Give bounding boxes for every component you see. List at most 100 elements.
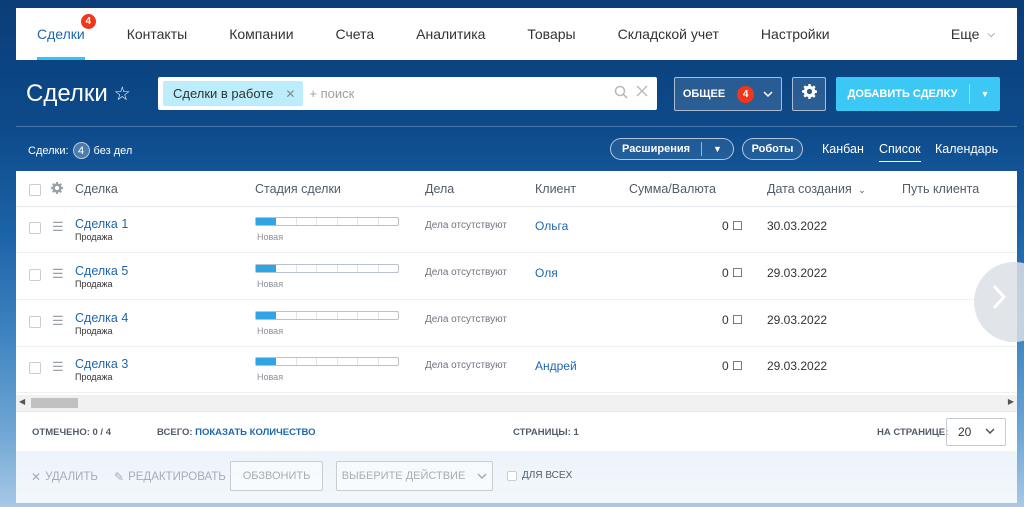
stage-segment[interactable] xyxy=(276,312,297,319)
close-icon[interactable]: ✕ xyxy=(285,87,295,101)
drag-handle-icon[interactable]: ☰ xyxy=(52,359,64,375)
deal-name-link[interactable]: Сделка 4 xyxy=(75,311,128,325)
delete-button[interactable]: ✕ УДАЛИТЬ xyxy=(31,470,98,484)
stage-segment[interactable] xyxy=(317,358,338,365)
deal-name-link[interactable]: Сделка 1 xyxy=(75,217,128,231)
stage-progress[interactable] xyxy=(255,264,399,273)
column-header-sum[interactable]: Сумма/Валюта xyxy=(629,182,716,196)
column-header-activities[interactable]: Дела xyxy=(425,182,454,196)
table-row[interactable]: ☰ Сделка 3 Продажа Новая Дела отсутствуют Анд… xyxy=(16,347,1017,393)
deal-name-link[interactable]: Сделка 3 xyxy=(75,357,128,371)
star-icon[interactable]: ☆ xyxy=(114,83,131,106)
nav-item-companies[interactable]: Компании xyxy=(229,8,293,60)
stage-segment[interactable] xyxy=(256,265,277,272)
nav-item-settings[interactable]: Настройки xyxy=(761,8,830,60)
select-all-checkbox[interactable] xyxy=(29,184,41,196)
column-header-stage[interactable]: Стадия сделки xyxy=(255,182,341,196)
row-checkbox[interactable] xyxy=(29,316,41,328)
client-link[interactable]: Оля xyxy=(535,266,558,280)
stage-segment[interactable] xyxy=(358,265,379,272)
stage-segment[interactable] xyxy=(379,312,398,319)
search-input[interactable] xyxy=(309,86,610,101)
stage-segment[interactable] xyxy=(276,358,297,365)
scrollbar-thumb[interactable] xyxy=(31,398,78,408)
stage-segment[interactable] xyxy=(256,312,277,319)
general-button[interactable]: ОБЩЕЕ 4 xyxy=(674,77,782,111)
stage-segment[interactable] xyxy=(358,218,379,225)
filter-chip[interactable]: Сделки в работе ✕ xyxy=(163,81,304,106)
robots-button[interactable]: Роботы xyxy=(742,138,803,160)
edit-button[interactable]: ✎ РЕДАКТИРОВАТЬ xyxy=(114,470,226,484)
drag-handle-icon[interactable]: ☰ xyxy=(52,266,64,282)
stage-segment[interactable] xyxy=(297,265,318,272)
search-icon[interactable] xyxy=(614,85,628,103)
stage-progress[interactable] xyxy=(255,357,399,366)
for-all-checkbox[interactable] xyxy=(507,470,517,481)
stage-segment[interactable] xyxy=(338,265,359,272)
drag-handle-icon[interactable]: ☰ xyxy=(52,313,64,329)
stage-segment[interactable] xyxy=(338,218,359,225)
row-checkbox[interactable] xyxy=(29,269,41,281)
tab-calendar[interactable]: Календарь xyxy=(935,142,998,156)
drag-handle-icon[interactable]: ☰ xyxy=(52,219,64,235)
add-deal-button[interactable]: ДОБАВИТЬ СДЕЛКУ ▼ xyxy=(836,77,1000,111)
nav-item-products[interactable]: Товары xyxy=(527,8,575,60)
stage-progress[interactable] xyxy=(255,217,399,226)
caret-down-icon[interactable]: ▼ xyxy=(702,144,733,154)
stage-segment[interactable] xyxy=(317,312,338,319)
deal-name-link[interactable]: Сделка 5 xyxy=(75,264,128,278)
scroll-right-icon[interactable]: ▶ xyxy=(1008,397,1014,406)
table-row[interactable]: ☰ Сделка 5 Продажа Новая Дела отсутствуют Оля… xyxy=(16,254,1017,300)
client-link[interactable]: Ольга xyxy=(535,219,568,233)
clear-icon[interactable] xyxy=(636,84,648,101)
gear-icon[interactable] xyxy=(51,182,63,197)
extensions-button[interactable]: Расширения ▼ xyxy=(610,138,734,160)
table-row[interactable]: ☰ Сделка 4 Продажа Новая Дела отсутствуют 0 ☐… xyxy=(16,301,1017,347)
choose-action-select[interactable]: ВЫБЕРИТЕ ДЕЙСТВИЕ xyxy=(336,461,493,491)
column-header-deal[interactable]: Сделка xyxy=(75,182,118,196)
show-count-link[interactable]: ПОКАЗАТЬ КОЛИЧЕСТВО xyxy=(195,427,315,438)
nav-item-deals[interactable]: Сделки 4 xyxy=(37,8,96,60)
tab-list[interactable]: Список xyxy=(879,142,921,162)
stage-segment[interactable] xyxy=(317,265,338,272)
stage-progress[interactable] xyxy=(255,311,399,320)
per-page-select[interactable]: 20 xyxy=(946,418,1006,446)
stage-segment[interactable] xyxy=(297,358,318,365)
table-row[interactable]: ☰ Сделка 1 Продажа Новая Дела отсутствуют Оль… xyxy=(16,207,1017,253)
for-all-toggle[interactable]: ДЛЯ ВСЕХ xyxy=(507,470,572,481)
stage-segment[interactable] xyxy=(276,218,297,225)
stage-segment[interactable] xyxy=(256,218,277,225)
client-link[interactable]: Андрей xyxy=(535,359,577,373)
stage-segment[interactable] xyxy=(276,265,297,272)
row-checkbox[interactable] xyxy=(29,222,41,234)
stage-segment[interactable] xyxy=(358,358,379,365)
scroll-left-icon[interactable]: ◀ xyxy=(19,397,25,406)
pages-value[interactable]: 1 xyxy=(574,427,579,438)
call-button[interactable]: ОБЗВОНИТЬ xyxy=(230,461,323,491)
column-header-client[interactable]: Клиент xyxy=(535,182,576,196)
stage-segment[interactable] xyxy=(379,265,398,272)
row-checkbox[interactable] xyxy=(29,362,41,374)
column-header-created[interactable]: Дата создания ⌄ xyxy=(767,182,866,196)
nav-item-inventory[interactable]: Складской учет xyxy=(618,8,719,60)
stage-segment[interactable] xyxy=(297,312,318,319)
stage-segment[interactable] xyxy=(338,358,359,365)
nav-item-invoices[interactable]: Счета xyxy=(336,8,375,60)
stage-segment[interactable] xyxy=(379,358,398,365)
nav-item-analytics[interactable]: Аналитика xyxy=(416,8,485,60)
tab-kanban[interactable]: Канбан xyxy=(822,142,864,156)
filter-search-box[interactable]: Сделки в работе ✕ xyxy=(158,77,657,110)
column-header-journey[interactable]: Путь клиента xyxy=(902,182,979,196)
stage-segment[interactable] xyxy=(338,312,359,319)
stage-segment[interactable] xyxy=(317,218,338,225)
stage-segment[interactable] xyxy=(297,218,318,225)
settings-button[interactable] xyxy=(792,77,826,111)
nav-more-button[interactable]: Еще ⌵ xyxy=(951,8,995,60)
caret-down-icon[interactable]: ▼ xyxy=(970,89,1000,99)
stage-segment[interactable] xyxy=(358,312,379,319)
stage-segment[interactable] xyxy=(379,218,398,225)
nav-item-contacts[interactable]: Контакты xyxy=(127,8,187,60)
stage-segment[interactable] xyxy=(256,358,277,365)
counter-value[interactable]: 4 xyxy=(72,142,90,159)
horizontal-scrollbar[interactable]: ◀ ▶ xyxy=(16,395,1017,411)
